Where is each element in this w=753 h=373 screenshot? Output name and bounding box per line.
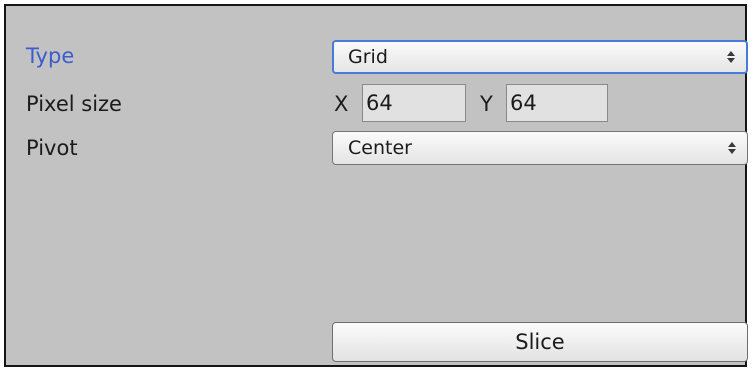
pivot-dropdown[interactable]: Center [332,131,748,165]
type-dropdown[interactable]: Grid [332,40,748,74]
pixel-size-label: Pixel size [26,92,122,116]
pivot-label: Pivot [26,136,78,160]
slice-panel: Type Grid Pixel size X 64 Y 64 Pivot Cen… [4,4,748,367]
type-dropdown-value: Grid [348,46,388,68]
dropdown-arrows-icon [716,51,746,63]
dropdown-arrows-icon [717,142,747,154]
slice-button[interactable]: Slice [332,322,748,362]
pixel-size-x-label: X [334,92,349,116]
pivot-dropdown-value: Center [348,137,412,159]
type-label: Type [26,44,75,68]
pixel-size-y-label: Y [480,92,493,116]
pixel-size-x-input[interactable]: 64 [362,84,466,122]
pixel-size-y-input[interactable]: 64 [506,84,608,122]
